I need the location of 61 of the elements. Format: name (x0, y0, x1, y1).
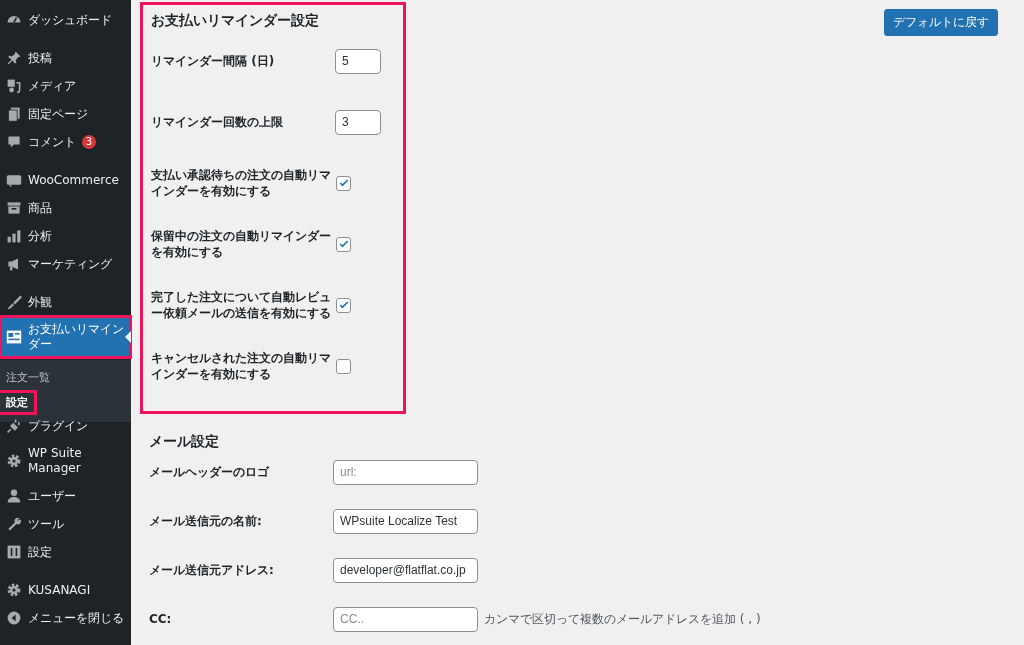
field-label: CC: (149, 611, 173, 627)
section-title: お支払いリマインダー設定 (151, 11, 320, 29)
collapse-icon (6, 610, 22, 626)
field-label: リマインダー間隔 (日) (151, 53, 276, 69)
checkbox[interactable] (336, 236, 351, 252)
field-description: カンマで区切って複数のメールアドレスを追加 ( , ) (484, 610, 761, 628)
submenu-item[interactable]: 設定 (0, 393, 34, 412)
brush-icon (6, 294, 22, 310)
gear-icon (6, 453, 22, 469)
pages-icon (6, 106, 22, 122)
input-field[interactable]: WPsuite Localize Test (333, 508, 478, 534)
field-label: 支払い承認待ちの注文の自動リマインダーを有効にする (151, 167, 332, 199)
archive-box-icon (6, 200, 22, 216)
section-title: メール設定 (149, 432, 220, 450)
person-icon (6, 488, 22, 504)
sliders-icon (6, 544, 22, 560)
sidebar-item[interactable]: 分析 (0, 222, 131, 250)
speech-bubble-icon (6, 134, 22, 150)
field-label: メール送信元アドレス: (149, 562, 275, 578)
sidebar-item[interactable]: ユーザー (0, 482, 131, 510)
field-label: メールヘッダーのロゴ (149, 464, 270, 480)
sidebar-item[interactable]: KUSANAGI (0, 576, 131, 604)
sidebar-item[interactable]: メディア (0, 72, 131, 100)
sidebar-item[interactable]: 商品 (0, 194, 131, 222)
id-card-icon (6, 329, 22, 345)
pin-icon (6, 50, 22, 66)
sidebar-item[interactable]: WooCommerce (0, 166, 131, 194)
sidebar-item[interactable]: 外観 (0, 288, 131, 316)
sidebar-item[interactable]: 設定 (0, 538, 131, 566)
input-field[interactable]: CC.. (333, 606, 478, 632)
submenu-item[interactable]: 注文一覧 (0, 368, 56, 387)
sidebar-item[interactable]: 投稿 (0, 44, 131, 72)
field-label: メール送信元の名前: (149, 513, 263, 529)
sidebar-item[interactable]: コメント 3 (0, 128, 131, 156)
field-label: キャンセルされた注文の自動リマインダーを有効にする (151, 350, 332, 382)
field-label: リマインダー回数の上限 (151, 114, 284, 130)
checkbox[interactable] (336, 297, 351, 313)
pointer-icon (125, 331, 131, 343)
sidebar-item[interactable]: マーケティング (0, 250, 131, 278)
checkbox[interactable] (336, 175, 351, 191)
sidebar-item[interactable]: 固定ページ (0, 100, 131, 128)
sidebar-item[interactable]: WP Suite Manager (0, 440, 131, 482)
plug-icon (6, 418, 22, 434)
media-icon (6, 78, 22, 94)
checkbox[interactable] (336, 358, 351, 374)
input-field[interactable]: url: (333, 459, 478, 485)
input-field[interactable]: developer@flatflat.co.jp (333, 557, 478, 583)
gear-icon (6, 582, 22, 598)
input-field[interactable]: 5 (335, 48, 381, 74)
sidebar-item[interactable]: ダッシュボード (0, 6, 131, 34)
sidebar-item[interactable]: ツール (0, 510, 131, 538)
field-label: 保留中の注文の自動リマインダーを有効にする (151, 228, 332, 260)
bar-chart-icon (6, 228, 22, 244)
wrench-icon (6, 516, 22, 532)
sidebar-item[interactable]: メニューを閉じる (0, 604, 131, 632)
reset-button[interactable]: デフォルトに戻す (884, 9, 998, 36)
field-label: 完了した注文について自動レビュー依頼メールの送信を有効にする (151, 289, 332, 321)
sidebar-item[interactable]: お支払いリマインダー (0, 316, 131, 358)
count-badge: 3 (82, 135, 96, 149)
input-field[interactable]: 3 (335, 109, 381, 135)
sidebar-item[interactable]: プラグイン (0, 412, 131, 440)
